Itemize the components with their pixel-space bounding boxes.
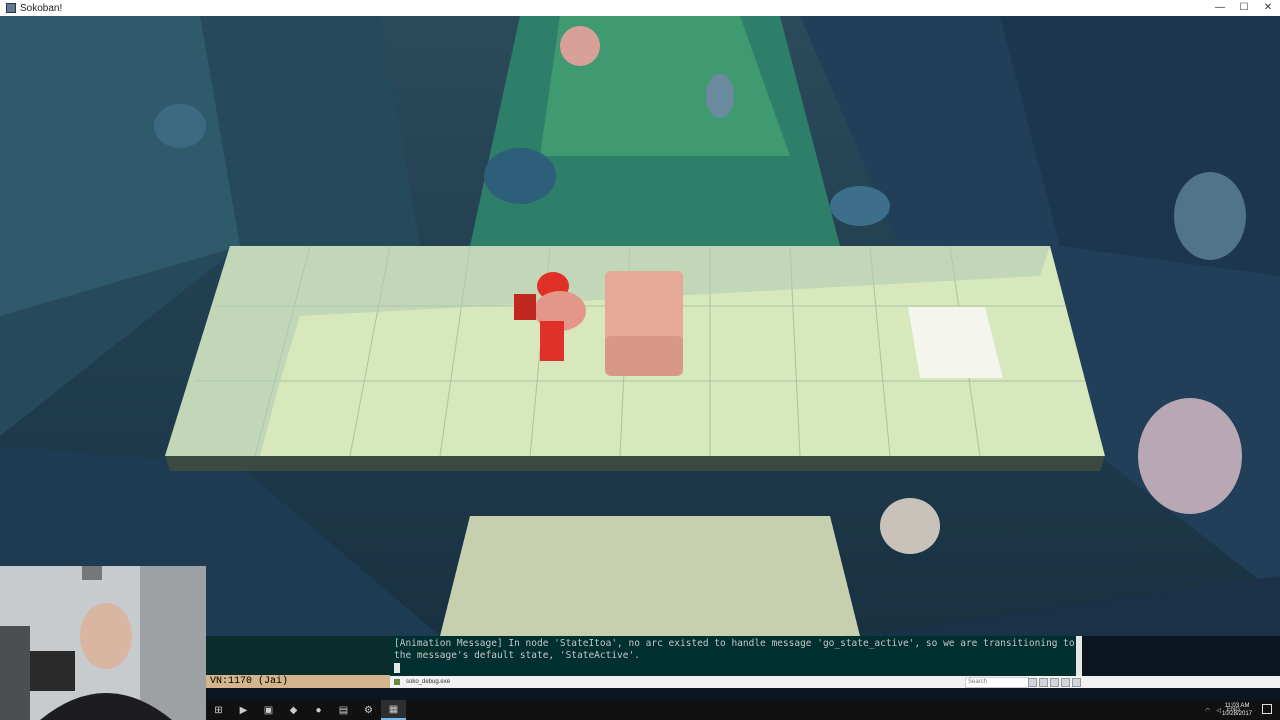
lower-right-rubble <box>860 576 1280 636</box>
console-line: the message's default state, 'StateActiv… <box>394 650 640 661</box>
maximize-button[interactable]: ☐ <box>1232 0 1256 16</box>
text-cursor <box>394 662 400 673</box>
rock <box>154 104 206 148</box>
tool-icon[interactable] <box>1028 678 1037 687</box>
window-titlebar: Sokoban! — ☐ ✕ <box>0 0 1280 17</box>
status-tools <box>1028 678 1081 687</box>
file-manager-icon[interactable]: ▤ <box>331 700 356 720</box>
game-scene <box>0 16 1280 636</box>
notification-icon[interactable] <box>1262 704 1272 714</box>
exe-name: soko_debug.exe <box>406 679 451 685</box>
game-viewport[interactable] <box>0 16 1280 636</box>
webcam-overlay <box>0 566 206 720</box>
clock-date: 10/28/2017 <box>1221 711 1252 717</box>
sokoban-app-icon[interactable]: ▦ <box>381 700 406 720</box>
rock <box>830 186 890 226</box>
exe-icon <box>394 679 400 685</box>
crate-side <box>605 336 683 376</box>
settings-icon[interactable]: ⚙ <box>356 700 381 720</box>
exe-statusbar: soko_debug.exe Search <box>390 676 1280 688</box>
console-scroll-thumb[interactable] <box>1076 636 1082 676</box>
android-icon[interactable]: ▣ <box>256 700 281 720</box>
bird-cage <box>880 498 940 554</box>
taskbar-icons: ⊞ ▶ ▣ ◆ ● ▤ ⚙ ▦ <box>206 700 406 720</box>
clock-time: 11:03 AM <box>1224 703 1250 709</box>
lower-platform <box>440 516 860 636</box>
close-button[interactable]: ✕ <box>1256 0 1280 16</box>
volume-icon[interactable]: ◁ <box>1216 707 1221 714</box>
rock <box>484 148 556 204</box>
rock <box>706 74 734 118</box>
visual-studio-icon[interactable]: ◆ <box>281 700 306 720</box>
statue-figure <box>1138 398 1242 514</box>
taskbar: ⊞ ▶ ▣ ◆ ● ▤ ⚙ ▦ ◠ ◁ ENG 11:03 AM 10/28/2… <box>206 700 1280 720</box>
tool-icon[interactable] <box>1061 678 1070 687</box>
tool-icon[interactable] <box>1039 678 1048 687</box>
emacs-icon[interactable]: ● <box>306 700 331 720</box>
minimize-button[interactable]: — <box>1208 0 1232 16</box>
tool-icon[interactable] <box>1072 678 1081 687</box>
window-controls: — ☐ ✕ <box>1208 0 1280 16</box>
console-line: [Animation Message] In node 'StateItoa',… <box>394 638 1075 649</box>
search-input[interactable]: Search <box>965 677 1029 688</box>
app-icon <box>6 3 16 13</box>
floor-edge <box>165 456 1105 471</box>
debug-console: [Animation Message] In node 'StateItoa',… <box>390 636 1080 676</box>
tool-icon[interactable] <box>1050 678 1059 687</box>
clock[interactable]: 11:03 AM 10/28/2017 <box>1222 702 1252 718</box>
window-title: Sokoban! <box>20 2 63 14</box>
editor-modeline: VN:1170 (Jai) <box>206 675 390 688</box>
console-scrollbar[interactable] <box>1076 636 1082 676</box>
rock <box>560 26 600 66</box>
statue-head <box>1174 172 1246 260</box>
webcam-video <box>0 566 206 720</box>
person-face <box>80 603 132 669</box>
powershell-icon[interactable]: ▶ <box>231 700 256 720</box>
network-icon[interactable]: ◠ <box>1205 707 1210 714</box>
start-icon[interactable]: ⊞ <box>206 700 231 720</box>
